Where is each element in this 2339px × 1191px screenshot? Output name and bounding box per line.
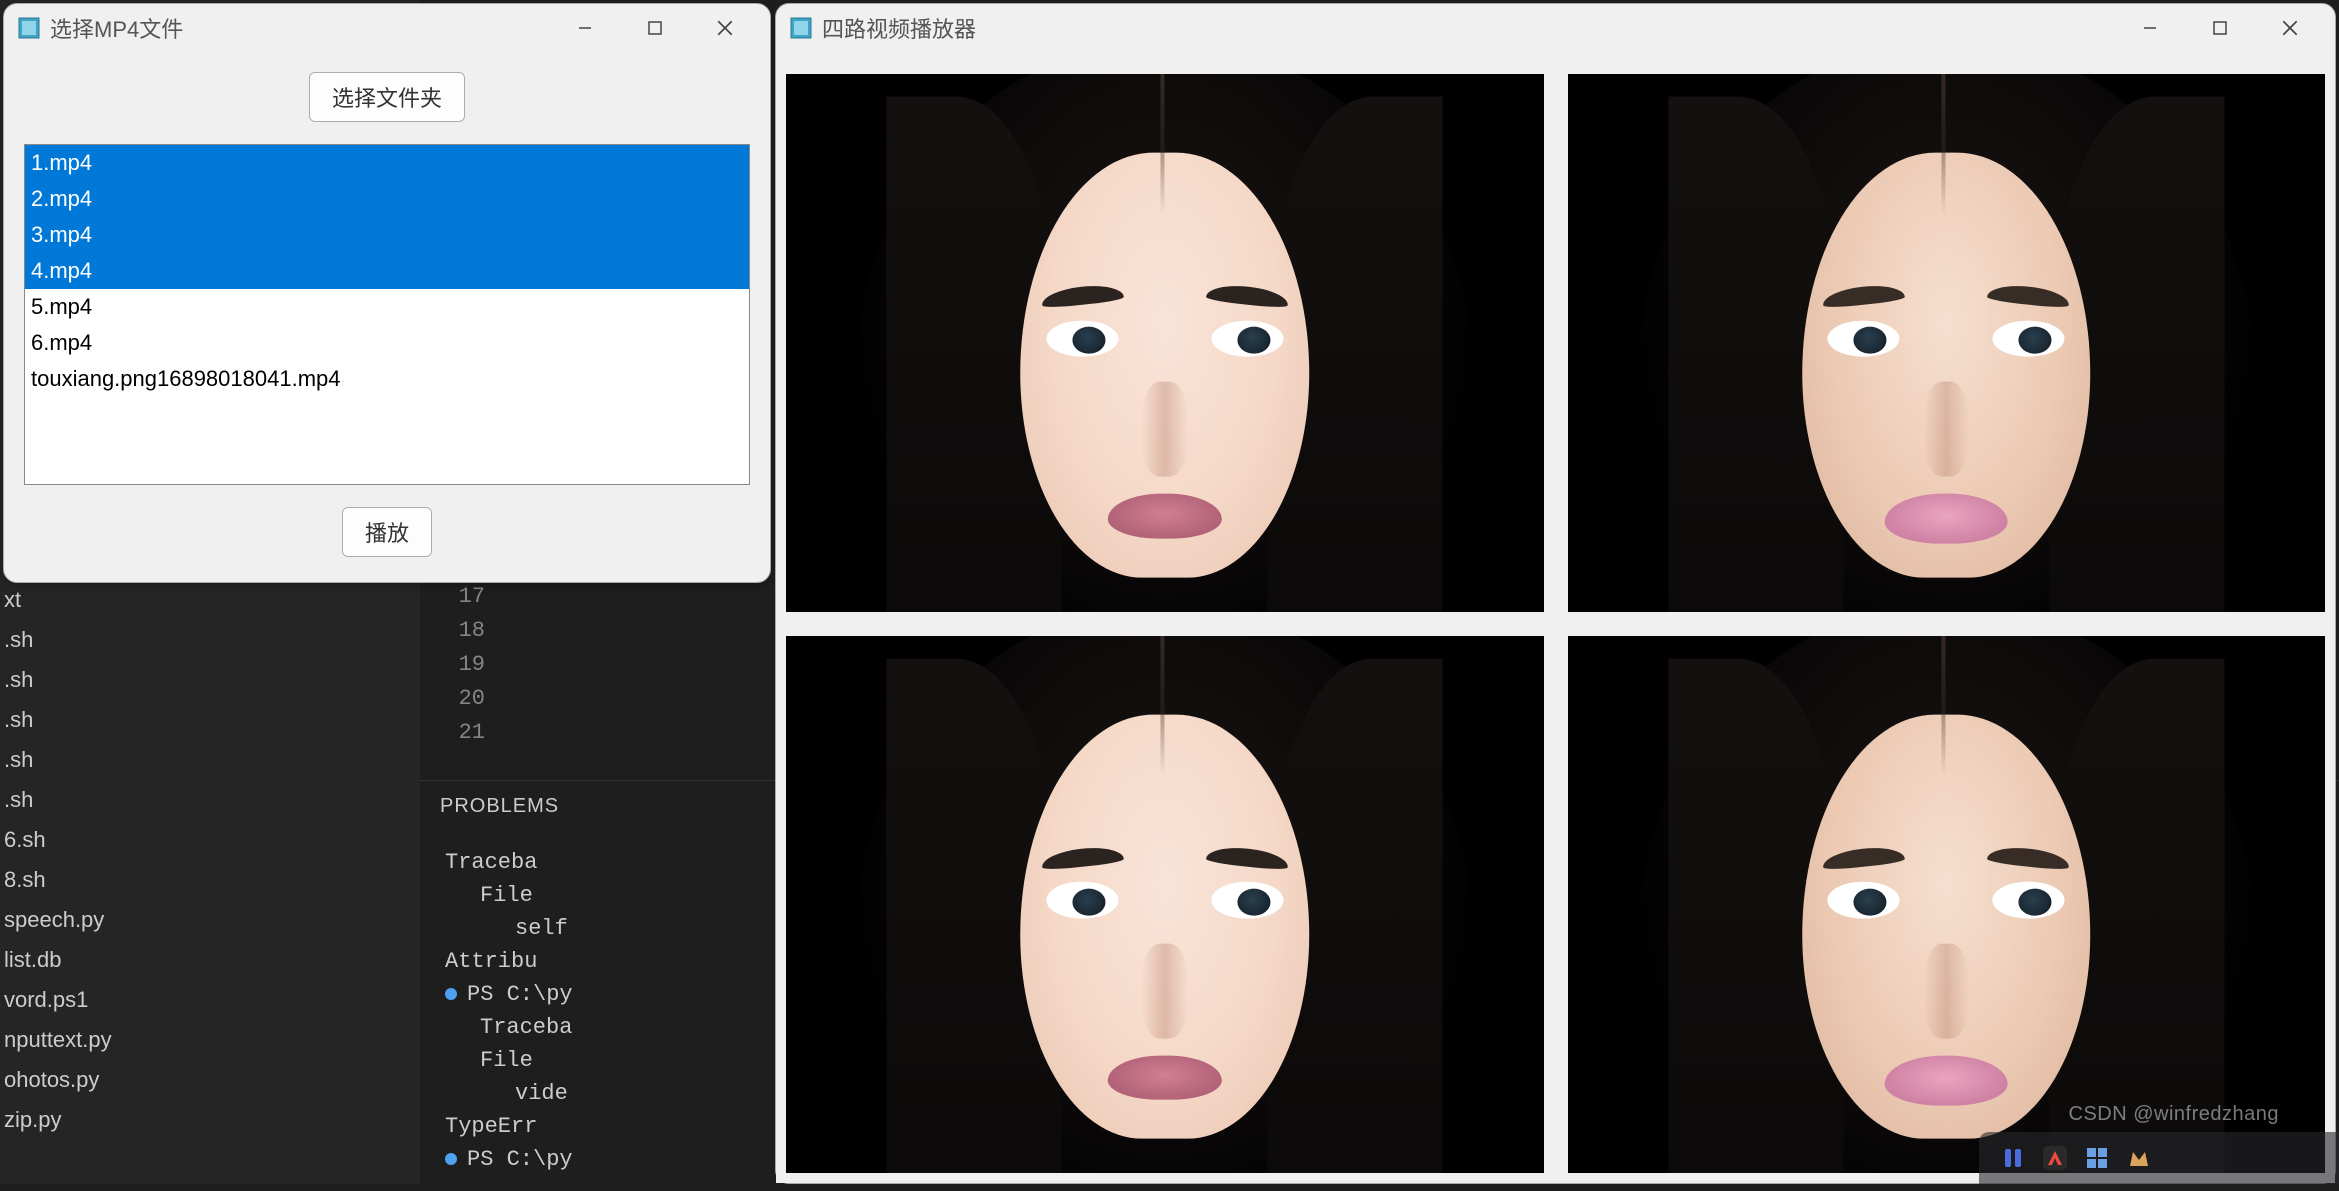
list-item[interactable]: 6.mp4 xyxy=(25,325,749,361)
video-cell-1[interactable] xyxy=(786,74,1544,612)
window-title: 四路视频播放器 xyxy=(822,12,2115,44)
video-cell-2[interactable] xyxy=(1568,74,2326,612)
line-number: 18 xyxy=(420,614,485,648)
maximize-button[interactable] xyxy=(2185,4,2255,52)
line-number: 20 xyxy=(420,682,485,716)
watermark-text: CSDN @winfredzhang xyxy=(2069,1103,2280,1126)
file-item[interactable]: ohotos.py xyxy=(0,1060,420,1100)
app-icon xyxy=(790,17,812,39)
list-item[interactable]: 2.mp4 xyxy=(25,181,749,217)
titlebar[interactable]: 选择MP4文件 xyxy=(4,4,770,52)
close-button[interactable] xyxy=(690,4,760,52)
video-cell-3[interactable] xyxy=(786,636,1544,1174)
tray-pause-icon[interactable] xyxy=(2001,1146,2025,1170)
maximize-button[interactable] xyxy=(620,4,690,52)
close-button[interactable] xyxy=(2255,4,2325,52)
line-number: 19 xyxy=(420,648,485,682)
line-number: 21 xyxy=(420,716,485,750)
tray-adobe-icon[interactable] xyxy=(2043,1146,2067,1170)
file-chooser-window: 选择MP4文件 选择文件夹 1.mp42.mp43.mp44.mp45.mp46… xyxy=(3,3,771,583)
file-item[interactable]: list.db xyxy=(0,940,420,980)
file-item[interactable]: 6.sh xyxy=(0,820,420,860)
line-number: 17 xyxy=(420,580,485,614)
choose-folder-button[interactable]: 选择文件夹 xyxy=(309,72,465,122)
file-item[interactable]: xt xyxy=(0,580,420,620)
minimize-button[interactable] xyxy=(550,4,620,52)
video-cell-4[interactable] xyxy=(1568,636,2326,1174)
file-item[interactable]: nputtext.py xyxy=(0,1020,420,1060)
minimize-button[interactable] xyxy=(2115,4,2185,52)
video-grid xyxy=(776,52,2335,1183)
app-icon xyxy=(18,17,40,39)
file-item[interactable]: .sh xyxy=(0,780,420,820)
file-listbox[interactable]: 1.mp42.mp43.mp44.mp45.mp46.mp4touxiang.p… xyxy=(24,144,750,485)
taskbar[interactable] xyxy=(1979,1132,2339,1184)
file-item[interactable]: vord.ps1 xyxy=(0,980,420,1020)
list-item[interactable]: touxiang.png16898018041.mp4 xyxy=(25,361,749,397)
video-player-window: 四路视频播放器 xyxy=(775,3,2336,1184)
titlebar[interactable]: 四路视频播放器 xyxy=(776,4,2335,52)
file-item[interactable]: .sh xyxy=(0,660,420,700)
file-item[interactable]: .sh xyxy=(0,700,420,740)
tray-fox-icon[interactable] xyxy=(2127,1146,2151,1170)
file-item[interactable]: .sh xyxy=(0,740,420,780)
file-item[interactable]: .sh xyxy=(0,620,420,660)
list-item[interactable]: 4.mp4 xyxy=(25,253,749,289)
play-button[interactable]: 播放 xyxy=(342,507,432,557)
tray-windows-icon[interactable] xyxy=(2085,1146,2109,1170)
window-title: 选择MP4文件 xyxy=(50,12,550,44)
file-item[interactable]: speech.py xyxy=(0,900,420,940)
file-item[interactable]: 8.sh xyxy=(0,860,420,900)
list-item[interactable]: 1.mp4 xyxy=(25,145,749,181)
file-item[interactable]: zip.py xyxy=(0,1100,420,1140)
list-item[interactable]: 3.mp4 xyxy=(25,217,749,253)
editor-gutter: 1718192021 xyxy=(420,580,505,750)
list-item[interactable]: 5.mp4 xyxy=(25,289,749,325)
